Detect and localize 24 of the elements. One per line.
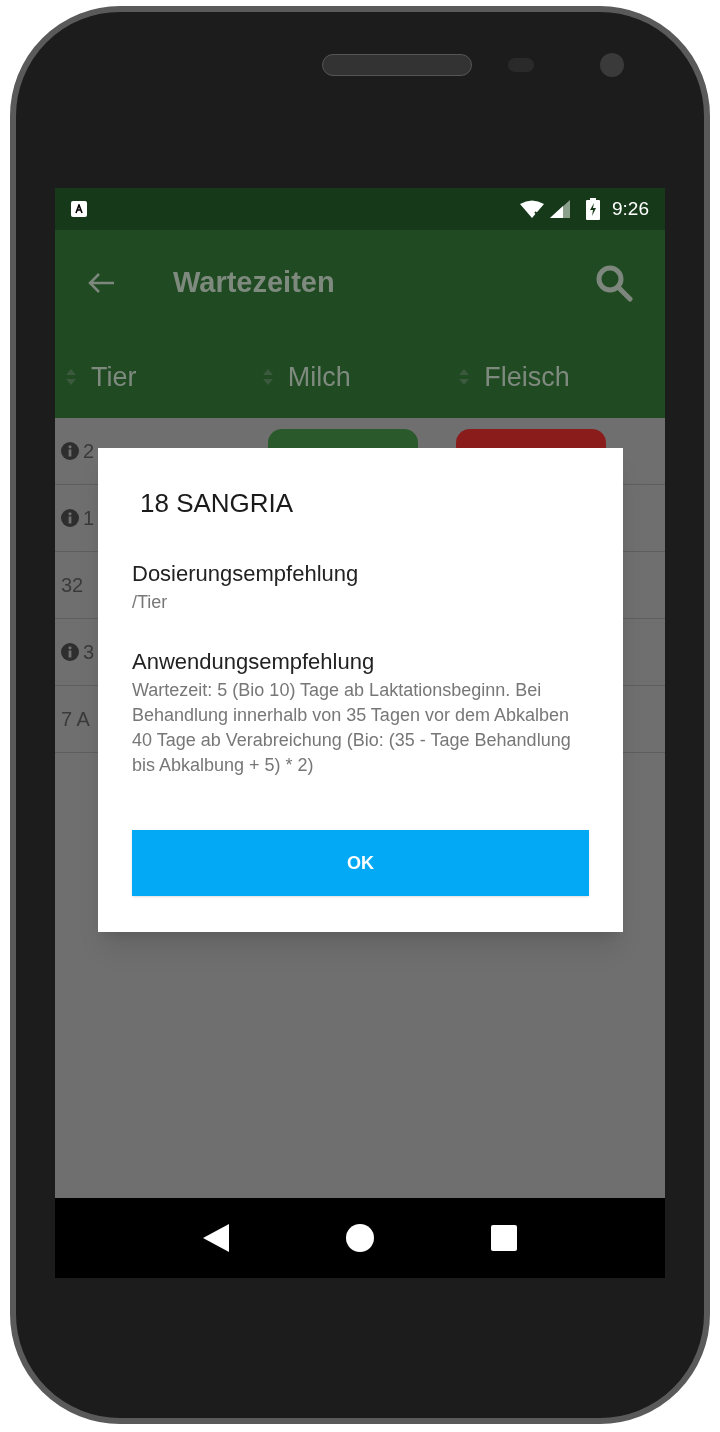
screen-title: Wartezeiten: [173, 265, 336, 301]
info-icon[interactable]: [61, 442, 79, 460]
section-text: /Tier: [132, 591, 169, 614]
camera-lens: [600, 53, 624, 77]
section-heading: Dosierungsempfehlung: [132, 560, 360, 588]
search-icon[interactable]: [595, 264, 633, 302]
section-heading: Anwendungsempfehlung: [132, 648, 376, 676]
status-time: 9:26: [612, 196, 649, 221]
column-header[interactable]: Milch: [287, 356, 351, 398]
back-triangle-icon[interactable]: [203, 1224, 230, 1252]
overview-square-icon[interactable]: [490, 1225, 517, 1251]
column-header[interactable]: Tier: [91, 356, 137, 398]
column-header[interactable]: Fleisch: [484, 356, 570, 398]
info-icon[interactable]: [61, 643, 79, 661]
info-icon[interactable]: [61, 509, 79, 527]
notification-icon: [71, 201, 87, 217]
ok-button[interactable]: OK: [132, 830, 589, 896]
signal-icon: [550, 200, 570, 218]
home-circle-icon[interactable]: [346, 1224, 374, 1252]
battery-charging-icon: [586, 198, 600, 220]
section-text: Wartezeit: 5 (Bio 10) Tage ab Laktationsbeginn. Bei Behandlung innerhalb von 35 Tagen vor dem Abkalben 40 Tage ab Verabreichung (Bio: (35 - Tage Behandlung bis Abkalbung + 5) * 2): [132, 679, 572, 777]
dialog-title: 18 SANGRIA: [140, 487, 295, 520]
wifi-icon: [520, 200, 544, 218]
back-arrow-icon[interactable]: [87, 272, 115, 294]
